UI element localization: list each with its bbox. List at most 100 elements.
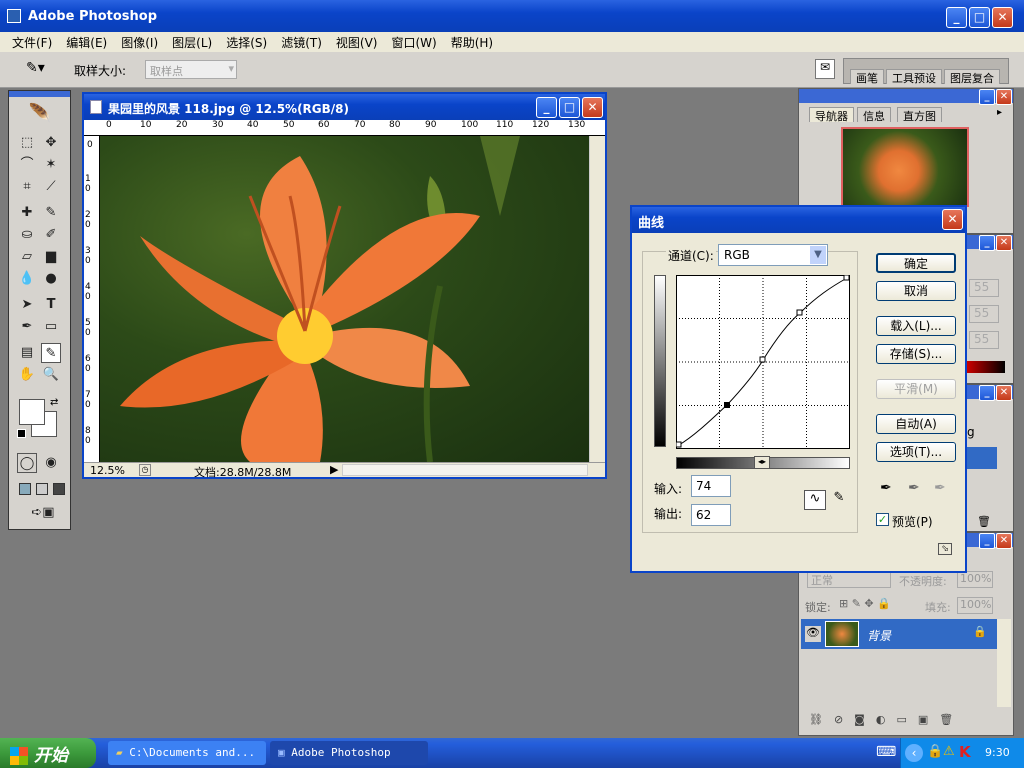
channel-select[interactable]: RGB ▼ [718,244,828,266]
history-minimize-button[interactable]: _ [979,385,995,401]
status-menu-arrow-icon[interactable]: ▶ [330,463,338,476]
pencil-draw-icon[interactable]: ✎ [830,490,848,510]
tab-histogram[interactable]: 直方图 [897,107,942,123]
nav-minimize-button[interactable]: _ [979,89,995,105]
menu-filter[interactable]: 滤镜(T) [281,36,322,50]
info-toggle-icon[interactable]: ◷ [139,464,151,476]
brush-tool-icon[interactable]: ✎ [41,203,61,223]
blend-mode-select[interactable]: 正常 [807,571,891,588]
move-tool-icon[interactable]: ✥ [41,133,61,153]
color-close-button[interactable]: ✕ [996,235,1012,251]
zoom-tool-icon[interactable]: 🔍 [41,365,61,385]
magic-wand-icon[interactable]: ✶ [41,155,61,175]
start-button[interactable]: 开始 [0,738,96,768]
color-value-b[interactable]: 55 [969,331,999,349]
hand-tool-icon[interactable]: ✋ [17,365,37,385]
gradient-tool-icon[interactable]: ▆ [41,247,61,267]
color-value-g[interactable]: 55 [969,305,999,323]
vertical-scrollbar[interactable] [589,136,605,462]
layer-name[interactable]: 背景 [867,627,891,644]
black-point-eyedropper-icon[interactable]: ✒ [880,480,892,496]
menu-file[interactable]: 文件(F) [12,36,52,50]
layers-close-button[interactable]: ✕ [996,533,1012,549]
doc-close-button[interactable]: ✕ [582,97,603,118]
lock-icons[interactable]: ⊞ ✎ ✥ 🔒 [839,597,891,610]
tab-tool-presets[interactable]: 工具预设 [886,69,942,85]
screen-mode-full-icon[interactable] [53,483,65,495]
slice-tool-icon[interactable]: ⟋ [41,177,61,197]
clone-stamp-icon[interactable]: ⛀ [17,225,37,245]
auto-button[interactable]: 自动(A) [876,414,956,434]
pen-tool-icon[interactable]: ✒ [17,317,37,337]
eyedropper-icon[interactable]: ✎ [41,343,61,363]
menu-help[interactable]: 帮助(H) [451,36,493,50]
history-selected-state[interactable] [967,447,997,469]
color-minimize-button[interactable]: _ [979,235,995,251]
layers-scrollbar[interactable] [997,619,1011,707]
screen-mode-menubar-icon[interactable] [36,483,48,495]
taskbar-item-explorer[interactable]: ▰ C:\Documents and... [108,741,266,765]
quick-mask-icon[interactable]: ◉ [41,453,61,473]
gray-point-eyedropper-icon[interactable]: ✒ [908,480,920,496]
eraser-tool-icon[interactable]: ▱ [17,247,37,267]
taskbar-item-photoshop[interactable]: ▣ Adobe Photoshop [270,741,428,765]
blur-tool-icon[interactable]: 💧 [17,269,37,289]
notes-tool-icon[interactable]: ▤ [17,343,37,363]
menu-layer[interactable]: 图层(L) [172,36,212,50]
tray-expand-icon[interactable]: ‹ [905,744,923,762]
type-tool-icon[interactable]: T [41,295,61,315]
layers-minimize-button[interactable]: _ [979,533,995,549]
panel-menu-icon[interactable]: ▸ [997,107,1002,118]
curves-close-button[interactable]: ✕ [942,209,963,230]
options-button[interactable]: 选项(T)... [876,442,956,462]
expand-dialog-icon[interactable]: ⬂ [938,543,952,555]
keyboard-icon[interactable]: ⌨ [876,744,896,760]
menu-image[interactable]: 图像(I) [121,36,158,50]
tab-layer-comps[interactable]: 图层复合 [944,69,1000,85]
load-button[interactable]: 载入(L)... [876,316,956,336]
jump-to-imageready-icon[interactable]: ➪▣ [27,503,59,523]
standard-mode-icon[interactable]: ◯ [17,453,37,473]
file-browser-icon[interactable]: ✉ [815,59,835,79]
save-button[interactable]: 存储(S)... [876,344,956,364]
tab-navigator[interactable]: 导航器 [809,107,854,123]
lasso-tool-icon[interactable]: ⌒ [17,155,37,175]
color-ramp[interactable] [967,361,1005,373]
layer-row-background[interactable]: 👁 背景 🔒 [801,619,997,649]
history-close-button[interactable]: ✕ [996,385,1012,401]
lily-photo[interactable] [100,136,589,462]
input-field[interactable]: 74 [691,475,731,497]
foreground-color-swatch[interactable] [19,399,45,425]
swap-colors-icon[interactable]: ⇄ [50,397,58,408]
dodge-tool-icon[interactable]: ● [41,269,61,289]
navigator-thumbnail[interactable] [841,127,969,207]
tab-brushes[interactable]: 画笔 [850,69,884,85]
preview-checkbox[interactable]: ✓ [876,513,889,526]
white-point-eyedropper-icon[interactable]: ✒ [934,480,946,496]
tray-lock-icon[interactable]: 🔒 [927,744,943,759]
preview-label[interactable]: 预览(P) [892,513,933,530]
maximize-button[interactable]: □ [969,7,990,28]
horizontal-scrollbar[interactable] [342,464,588,476]
ok-button[interactable]: 确定 [876,253,956,273]
curve-graph[interactable] [676,275,850,449]
color-value-r[interactable]: 55 [969,279,999,297]
doc-minimize-button[interactable]: _ [536,97,557,118]
curve-point-tool-icon[interactable]: ∿ [804,490,826,510]
shape-tool-icon[interactable]: ▭ [41,317,61,337]
minimize-button[interactable]: _ [946,7,967,28]
eye-visibility-icon[interactable]: 👁 [805,626,821,642]
tab-info[interactable]: 信息 [857,107,891,123]
history-brush-icon[interactable]: ✐ [41,225,61,245]
healing-brush-icon[interactable]: ✚ [17,203,37,223]
layers-footer-icons[interactable]: ⛓⊘◙◐▭▣🗑 [809,713,964,726]
screen-mode-standard-icon[interactable] [19,483,31,495]
menu-view[interactable]: 视图(V) [336,36,378,50]
menu-edit[interactable]: 编辑(E) [66,36,107,50]
marquee-tool-icon[interactable]: ⬚ [17,133,37,153]
cancel-button[interactable]: 取消 [876,281,956,301]
eyedropper-tool-icon[interactable]: ✎▾ [26,60,45,76]
path-selection-icon[interactable]: ➤ [17,295,37,315]
close-button[interactable]: ✕ [992,7,1013,28]
gradient-toggle-icon[interactable]: ◂▸ [754,456,770,469]
